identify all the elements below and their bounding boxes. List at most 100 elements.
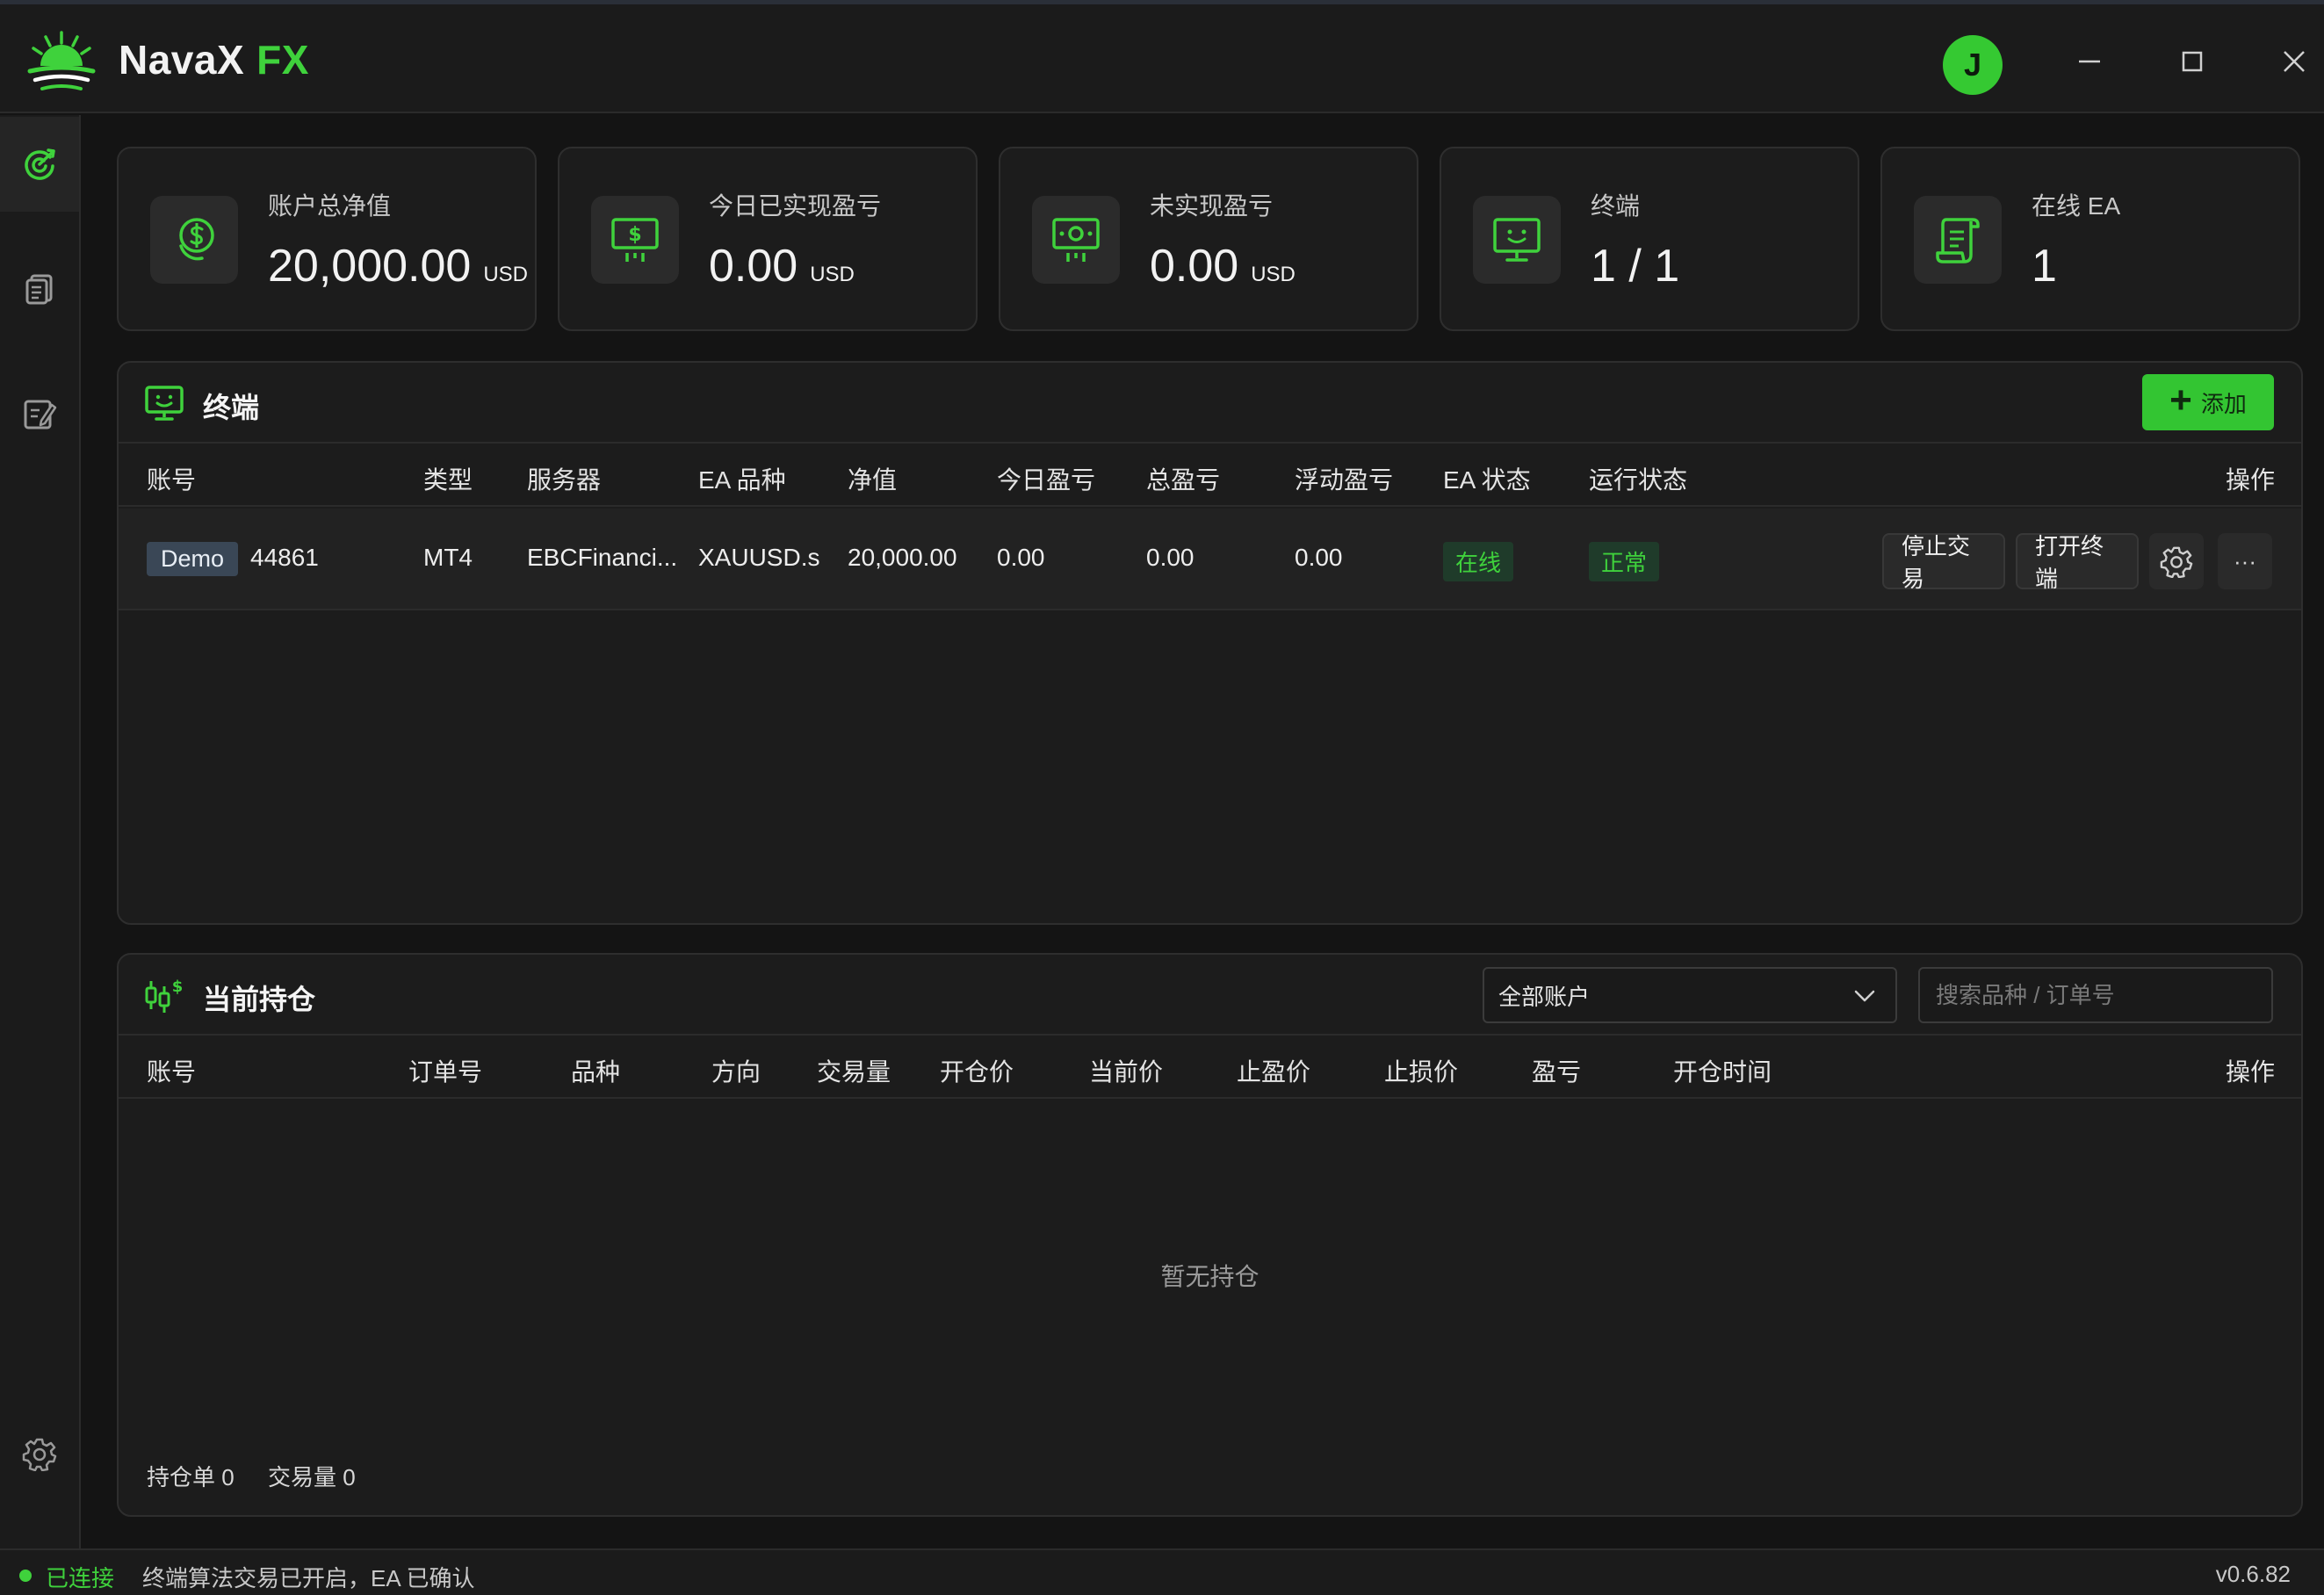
column-header[interactable]: 服务器	[527, 461, 601, 496]
account-type-tag: Demo	[147, 542, 239, 576]
stat-icon-box	[1914, 196, 2002, 284]
dollar-circle-icon	[179, 218, 214, 261]
column-header[interactable]: 开仓时间	[1673, 1053, 1772, 1088]
positions-panel-header: $ 当前持仓 全部账户	[119, 955, 2301, 1036]
app-title: NavaX FX	[119, 36, 309, 83]
svg-text:$: $	[172, 978, 184, 996]
stat-icon-box: $	[591, 196, 679, 284]
column-header[interactable]: 浮动盈亏	[1295, 461, 1393, 496]
column-header[interactable]: 交易量	[817, 1053, 891, 1088]
column-header: 操作	[2226, 466, 2276, 494]
stat-value-number: 20,000.00	[268, 241, 472, 292]
column-header[interactable]: EA 品种	[698, 461, 786, 496]
monitor-face-icon	[145, 386, 184, 421]
sidebar-item-settings[interactable]	[0, 1406, 79, 1501]
title-bar: NavaX FX J	[0, 4, 2324, 113]
stat-card-online-ea: 在线 EA 1	[1880, 147, 2300, 331]
stat-value-number: 1	[2032, 241, 2057, 292]
more-options-button[interactable]: ···	[2218, 533, 2272, 589]
ea-status-badge: 在线	[1443, 542, 1514, 581]
sidebar-item-records[interactable]	[0, 242, 79, 336]
connection-dot-icon	[19, 1570, 32, 1582]
stat-value: 1	[2032, 240, 2057, 292]
sidebar-item-dashboard[interactable]	[0, 117, 79, 212]
column-header[interactable]: 品种	[571, 1053, 620, 1088]
app-version: v0.6.82	[2215, 1561, 2291, 1587]
column-header[interactable]: 净值	[848, 461, 897, 496]
gear-icon	[2160, 546, 2193, 578]
column-header[interactable]: 盈亏	[1532, 1053, 1581, 1088]
plus-icon: +	[2169, 379, 2192, 422]
cell-equity: 20,000.00	[848, 544, 957, 571]
sun-wave-logo-icon	[27, 31, 96, 90]
stat-icon-box	[150, 196, 238, 284]
positions-table-header: 账号 订单号 品种 方向 交易量 开仓价 当前价 止盈价 止损价 盈亏 开仓时间…	[119, 1036, 2301, 1099]
stat-card-today-realized: $ 今日已实现盈亏 0.00 USD	[558, 147, 978, 331]
money-coin-icon	[1052, 218, 1100, 262]
column-header[interactable]: 止盈价	[1237, 1053, 1310, 1088]
position-volume: 交易量 0	[268, 1464, 356, 1490]
stat-card-unrealized: 未实现盈亏 0.00 USD	[999, 147, 1418, 331]
stat-card-total-equity: 账户总净值 20,000.00 USD	[117, 147, 537, 331]
close-icon	[2284, 51, 2305, 72]
run-status-badge: 正常	[1589, 542, 1660, 581]
position-count: 持仓单 0	[147, 1464, 235, 1490]
terminal-settings-button[interactable]	[2149, 533, 2204, 589]
column-header[interactable]: 当前价	[1089, 1053, 1163, 1088]
column-header[interactable]: 方向	[711, 1053, 761, 1088]
stat-label: 未实现盈亏	[1150, 192, 1274, 220]
connection-status: 已连接	[46, 1565, 115, 1591]
status-message: 终端算法交易已开启，EA 已确认	[142, 1565, 475, 1591]
terminals-panel: 终端 + 添加 账号 类型 服务器 EA 品种 净值 今日盈亏 总盈亏 浮动盈亏…	[117, 361, 2303, 925]
close-button[interactable]	[2268, 35, 2320, 88]
terminals-panel-header: 终端 + 添加	[119, 363, 2301, 444]
empty-positions-text: 暂无持仓	[1160, 1263, 1259, 1290]
app-title-part1: NavaX	[119, 37, 245, 83]
minimize-button[interactable]	[2063, 35, 2116, 88]
column-header[interactable]: 账号	[147, 461, 196, 496]
sidebar-item-logs[interactable]	[0, 366, 79, 461]
stat-label: 账户总净值	[268, 192, 392, 220]
column-header[interactable]: 账号	[147, 1053, 196, 1088]
column-header[interactable]: 开仓价	[940, 1053, 1014, 1088]
positions-title: 当前持仓	[203, 984, 316, 1015]
stat-value: 1 / 1	[1591, 240, 1679, 292]
stat-label: 在线 EA	[2032, 192, 2121, 220]
column-header[interactable]: 运行状态	[1589, 461, 1687, 496]
position-search-input[interactable]	[1918, 967, 2273, 1023]
account-filter-value: 全部账户	[1498, 983, 1591, 1010]
table-row[interactable]: Demo 44861 MT4 EBCFinanci... XAUUSD.s 20…	[119, 509, 2301, 610]
gear-icon	[22, 1438, 57, 1471]
open-terminal-button[interactable]: 打开终端	[2016, 533, 2139, 592]
stat-value-number: 0.00	[1150, 241, 1239, 292]
edit-note-icon	[24, 400, 57, 429]
add-terminal-button[interactable]: + 添加	[2142, 374, 2274, 430]
stat-label: 今日已实现盈亏	[709, 192, 882, 220]
terminals-title: 终端	[203, 392, 260, 423]
money-screen-icon: $	[611, 218, 659, 262]
column-header[interactable]: 订单号	[408, 1053, 482, 1088]
stat-value: 0.00 USD	[709, 240, 855, 292]
column-header: 操作	[2226, 1058, 2276, 1086]
column-header[interactable]: 总盈亏	[1146, 461, 1220, 496]
stat-label: 终端	[1591, 192, 1641, 220]
account-filter-select[interactable]: 全部账户	[1483, 967, 1897, 1023]
script-icon	[1936, 218, 1980, 263]
stat-icon-box	[1032, 196, 1120, 284]
cell-today-pl: 0.00	[997, 544, 1045, 571]
cell-server: EBCFinanci...	[527, 544, 678, 571]
stat-value-unit: USD	[483, 263, 529, 286]
user-avatar[interactable]: J	[1943, 35, 2003, 95]
column-header[interactable]: 类型	[423, 461, 473, 496]
cell-symbol: XAUUSD.s	[698, 544, 820, 571]
column-header[interactable]: EA 状态	[1443, 461, 1531, 496]
cell-total-pl: 0.00	[1146, 544, 1194, 571]
column-header[interactable]: 今日盈亏	[997, 461, 1095, 496]
maximize-button[interactable]	[2166, 35, 2219, 88]
sidebar	[0, 115, 81, 1548]
column-header[interactable]: 止损价	[1384, 1053, 1458, 1088]
stop-trading-button[interactable]: 停止交易	[1882, 533, 2005, 592]
dashboard-icon	[25, 148, 55, 180]
terminals-table-header: 账号 类型 服务器 EA 品种 净值 今日盈亏 总盈亏 浮动盈亏 EA 状态 运…	[119, 444, 2301, 507]
add-terminal-label: 添加	[2200, 390, 2247, 417]
